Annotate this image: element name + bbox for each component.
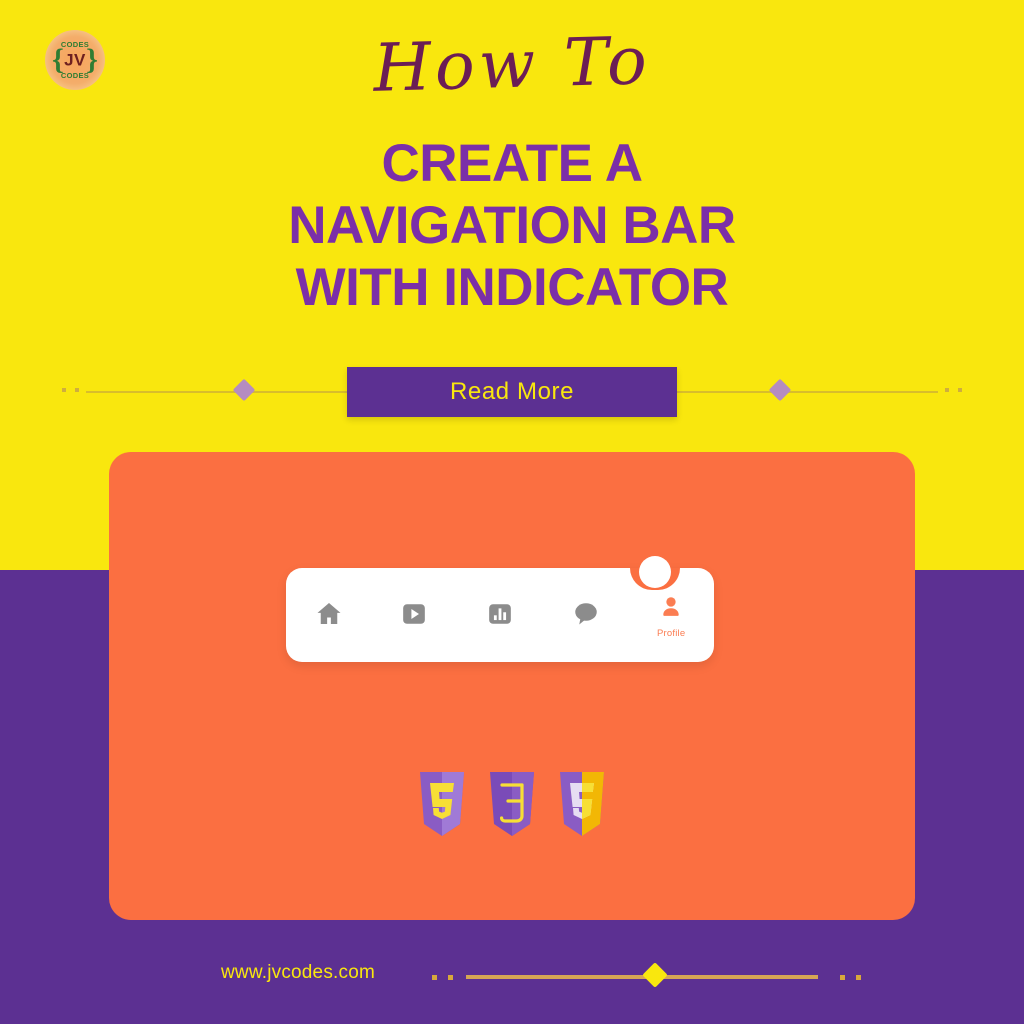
footer-diamond-icon: [642, 962, 668, 988]
footer-dots-right: [840, 975, 861, 980]
footer: www.jvcodes.com: [0, 955, 1024, 995]
home-icon: [314, 597, 344, 631]
nav-item-home[interactable]: [286, 568, 372, 662]
stats-icon: [487, 597, 513, 631]
profile-icon: [657, 591, 685, 625]
nav-item-chat[interactable]: [543, 568, 629, 662]
video-icon: [401, 597, 427, 631]
css3-shield: [486, 768, 538, 840]
footer-dots-left: [432, 975, 453, 980]
chat-icon: [571, 597, 601, 631]
nav-item-profile[interactable]: Profile: [628, 568, 714, 662]
content-card: [109, 452, 915, 920]
read-more-button[interactable]: Read More: [347, 367, 677, 417]
divider-diamond-right-icon: [768, 378, 792, 402]
page-title: CREATE A NAVIGATION BAR WITH INDICATOR: [0, 133, 1024, 319]
footer-url[interactable]: www.jvcodes.com: [221, 962, 375, 984]
nav-item-profile-label: Profile: [657, 628, 686, 639]
heading-line-3: WITH INDICATOR: [295, 258, 729, 317]
html5-shield: [416, 768, 468, 840]
navigation-items: Profile: [286, 568, 714, 662]
divider-dots-left: [62, 388, 79, 392]
nav-item-video[interactable]: [372, 568, 458, 662]
js-shield: [556, 768, 608, 840]
nav-item-stats[interactable]: [457, 568, 543, 662]
divider-diamond-left-icon: [232, 378, 256, 402]
divider-dots-right: [945, 388, 962, 392]
heading-line-2: NAVIGATION BAR: [288, 196, 736, 255]
navigation-bar: Profile: [286, 568, 714, 662]
heading-line-1: CREATE A: [381, 134, 644, 193]
tech-logos: [109, 765, 915, 843]
